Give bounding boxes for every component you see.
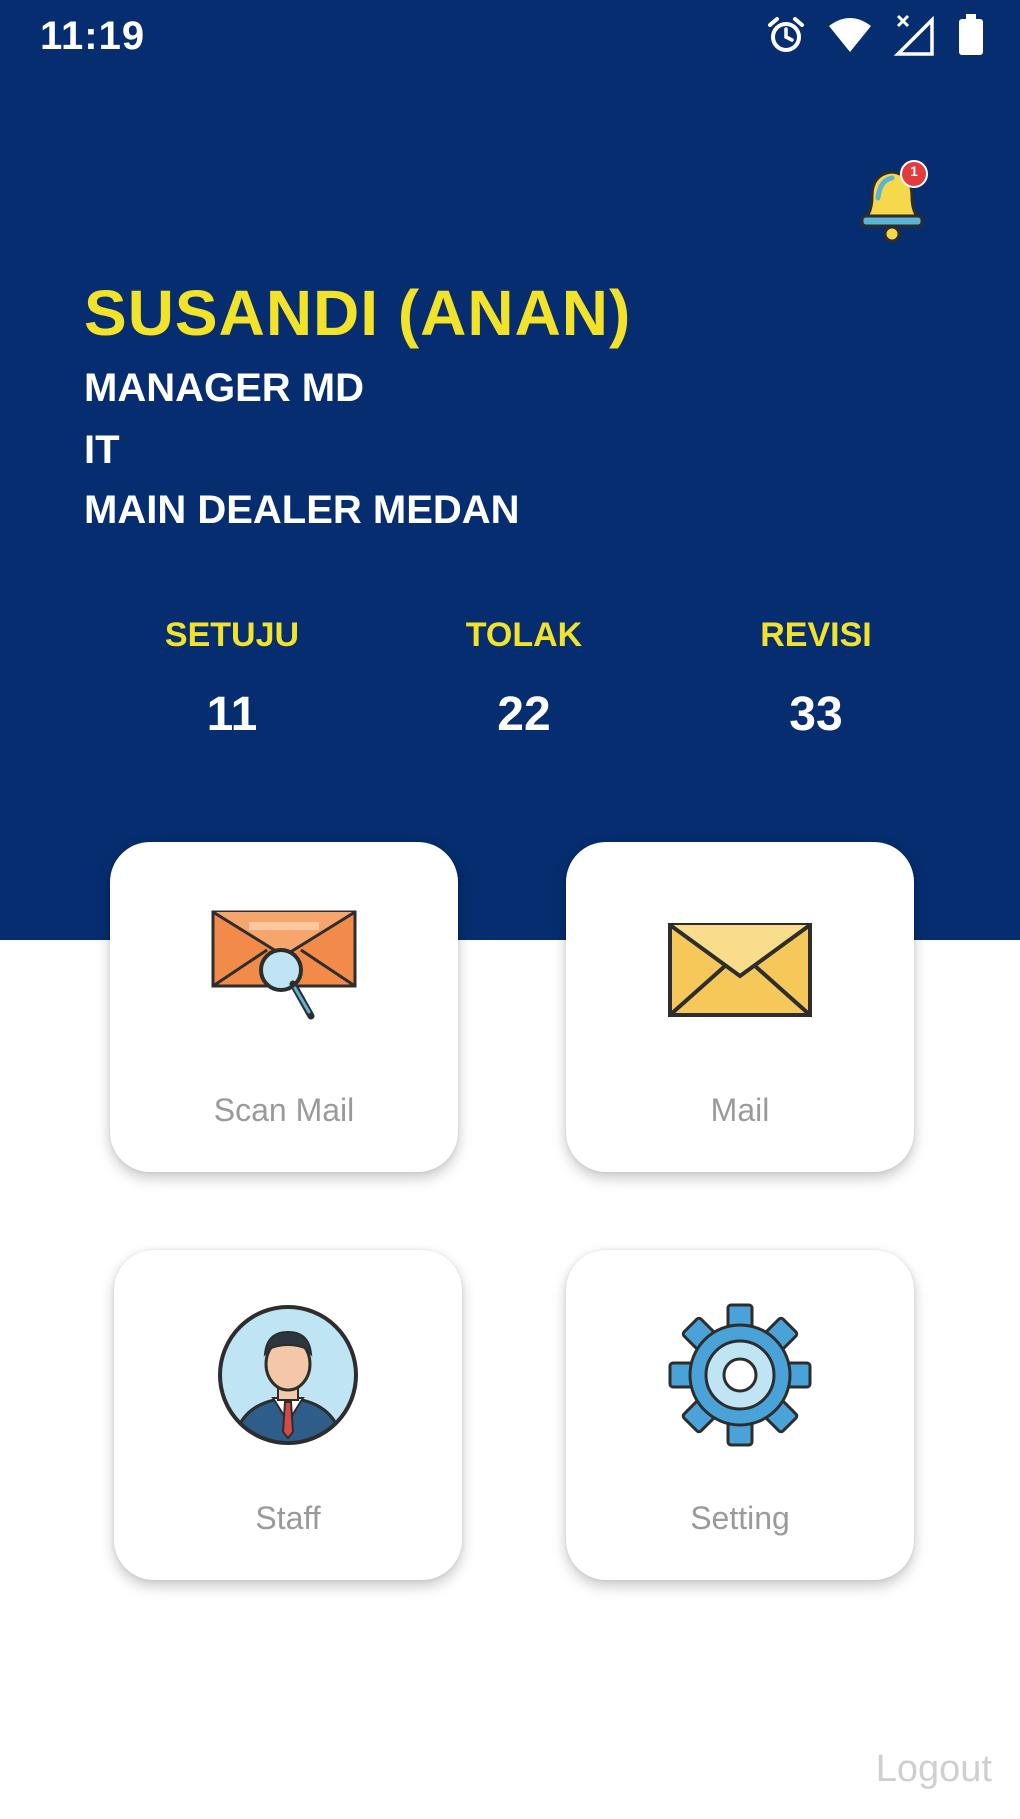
notification-badge-count: 1	[910, 163, 918, 179]
notification-bell-button[interactable]: 1	[858, 160, 930, 244]
scan-mail-button[interactable]: Scan Mail	[110, 842, 458, 1172]
mail-envelope-icon	[668, 923, 812, 1017]
stat-revisi-value: 33	[789, 688, 843, 741]
wifi-icon	[829, 18, 871, 52]
scan-mail-icon	[211, 910, 357, 1020]
mail-button[interactable]: Mail	[566, 842, 914, 1172]
staff-button[interactable]: Staff	[114, 1250, 462, 1580]
staff-avatar-icon	[218, 1305, 358, 1445]
staff-label: Staff	[255, 1500, 321, 1536]
stat-setuju-label: SETUJU	[164, 616, 300, 654]
stat-tolak-label: TOLAK	[465, 616, 583, 654]
logout-button[interactable]: Logout	[876, 1748, 992, 1791]
stat-setuju: SETUJU 11	[122, 616, 342, 742]
user-department: IT	[84, 428, 120, 472]
stat-revisi: REVISI 33	[706, 616, 926, 742]
setting-label: Setting	[690, 1500, 790, 1536]
stat-tolak: TOLAK 22	[414, 616, 634, 742]
user-company: MAIN DEALER MEDAN	[84, 488, 520, 532]
alarm-icon	[768, 17, 804, 52]
status-time: 11:19	[40, 14, 146, 58]
stat-tolak-value: 22	[497, 688, 551, 741]
scan-mail-label: Scan Mail	[213, 1092, 355, 1128]
header-background	[0, 0, 1020, 940]
battery-icon	[959, 14, 983, 55]
user-position: MANAGER MD	[84, 366, 364, 410]
setting-button[interactable]: Setting	[566, 1250, 914, 1580]
cellular-signal-icon	[894, 14, 934, 56]
status-icons	[766, 14, 984, 56]
stat-revisi-label: REVISI	[760, 616, 872, 654]
user-name: SUSANDI (ANAN)	[84, 277, 632, 349]
stat-setuju-value: 11	[206, 688, 258, 741]
gear-icon	[668, 1303, 812, 1447]
mail-label: Mail	[710, 1092, 770, 1128]
